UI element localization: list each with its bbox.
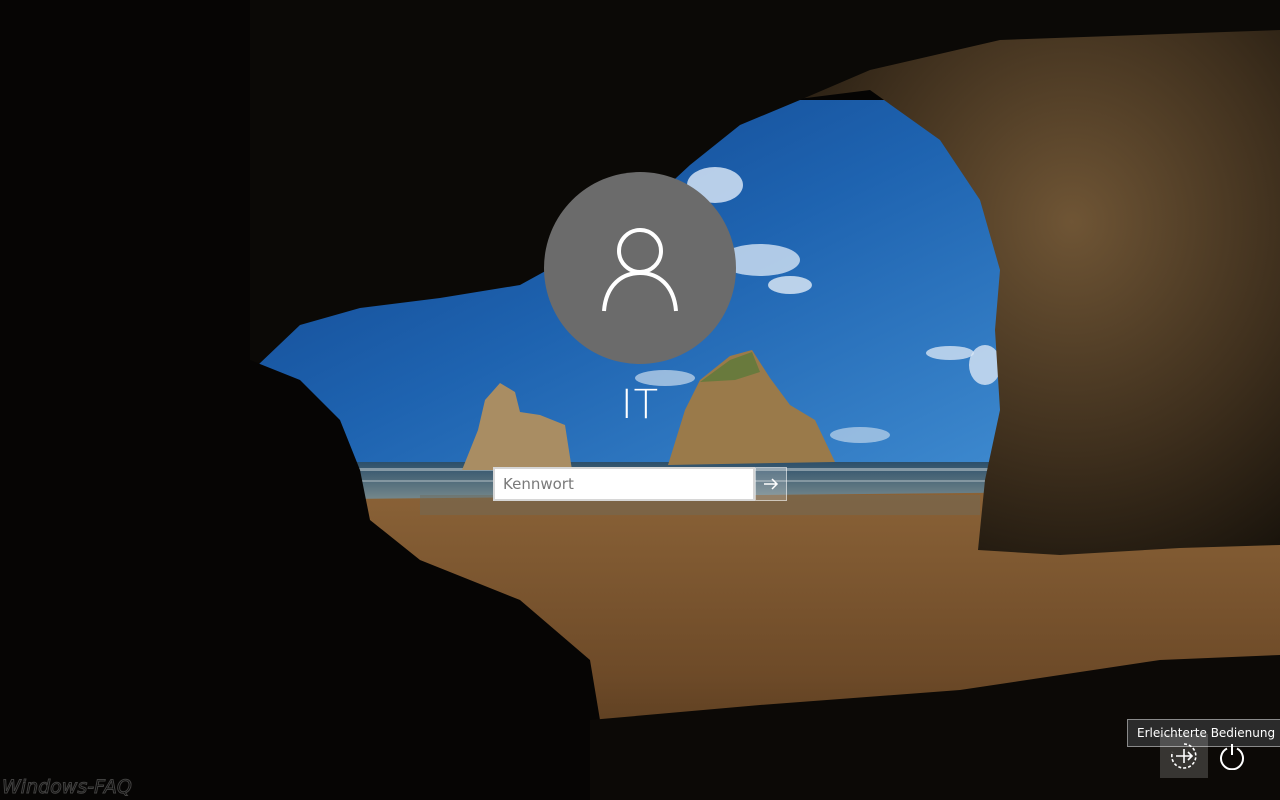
password-input[interactable] xyxy=(493,467,755,501)
power-button[interactable] xyxy=(1210,734,1254,778)
lock-screen: IT Erleichterte Bedienung Windows-FAQ xyxy=(0,0,1280,800)
submit-button[interactable] xyxy=(755,467,787,501)
user-avatar xyxy=(544,172,736,364)
watermark-text: Windows-FAQ xyxy=(2,776,133,799)
arrow-right-icon xyxy=(764,478,779,490)
ease-of-access-button[interactable] xyxy=(1160,734,1208,778)
password-form xyxy=(493,467,787,501)
user-silhouette-icon xyxy=(602,228,678,312)
user-name: IT xyxy=(620,382,660,428)
power-icon xyxy=(1220,744,1244,770)
ease-of-access-icon xyxy=(1171,743,1197,769)
